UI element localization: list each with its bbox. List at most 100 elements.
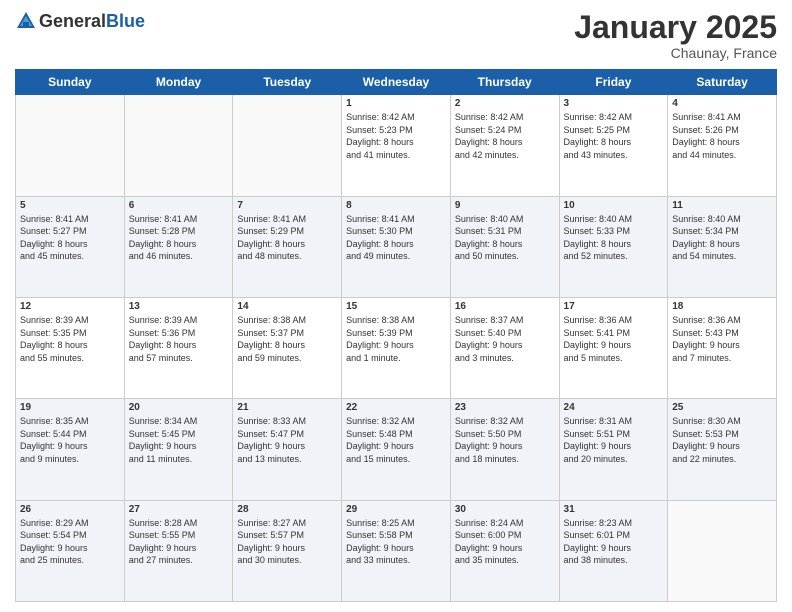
header-sunday: Sunday xyxy=(16,70,125,95)
logo: General Blue xyxy=(15,10,145,32)
calendar-day-cell: 30Sunrise: 8:24 AMSunset: 6:00 PMDayligh… xyxy=(450,500,559,601)
day-number: 7 xyxy=(237,200,337,211)
calendar-day-cell: 14 Sunrise: 8:38 AMSunset: 5:37 PMDayligh… xyxy=(233,297,342,398)
calendar-day-cell: 20 Sunrise: 8:34 AMSunset: 5:45 PMDayligh… xyxy=(124,399,233,500)
calendar-day-cell: 12Sunrise: 8:39 AMSunset: 5:35 PMDayligh… xyxy=(16,297,125,398)
day-info: Sunrise: 8:35 AMSunset: 5:44 PMDaylight:… xyxy=(20,415,120,465)
calendar-week-row: 19Sunrise: 8:35 AMSunset: 5:44 PMDayligh… xyxy=(16,399,777,500)
calendar-table: Sunday Monday Tuesday Wednesday Thursday… xyxy=(15,69,777,602)
day-number: 21 xyxy=(237,402,337,413)
calendar-day-cell: 2Sunrise: 8:42 AMSunset: 5:24 PMDaylight… xyxy=(450,95,559,196)
calendar-day-cell xyxy=(124,95,233,196)
day-number: 16 xyxy=(455,301,555,312)
day-number: 3 xyxy=(564,98,664,109)
calendar-day-cell: 15 Sunrise: 8:38 AMSunset: 5:39 PMDayligh… xyxy=(342,297,451,398)
day-info: Sunrise: 8:36 AMSunset: 5:43 PMDaylight:… xyxy=(672,314,772,364)
calendar-day-cell: 24 Sunrise: 8:31 AMSunset: 5:51 PMDayligh… xyxy=(559,399,668,500)
day-number: 13 xyxy=(129,301,229,312)
day-info: Sunrise: 8:38 AMSunset: 5:39 PMDaylight:… xyxy=(346,314,446,364)
day-info: Sunrise: 8:41 AMSunset: 5:28 PMDaylight:… xyxy=(129,213,229,263)
day-info: Sunrise: 8:31 AMSunset: 5:51 PMDaylight:… xyxy=(564,415,664,465)
calendar-day-cell: 18 Sunrise: 8:36 AMSunset: 5:43 PMDayligh… xyxy=(668,297,777,398)
calendar-day-cell: 29 Sunrise: 8:25 AMSunset: 5:58 PMDayligh… xyxy=(342,500,451,601)
day-number: 28 xyxy=(237,504,337,515)
day-number: 11 xyxy=(672,200,772,211)
calendar-day-cell: 16 Sunrise: 8:37 AMSunset: 5:40 PMDayligh… xyxy=(450,297,559,398)
day-number: 25 xyxy=(672,402,772,413)
page: General Blue January 2025 Chaunay, Franc… xyxy=(0,0,792,612)
calendar-header-row: Sunday Monday Tuesday Wednesday Thursday… xyxy=(16,70,777,95)
day-info: Sunrise: 8:30 AMSunset: 5:53 PMDaylight:… xyxy=(672,415,772,465)
day-info: Sunrise: 8:41 AMSunset: 5:27 PMDaylight:… xyxy=(20,213,120,263)
calendar-day-cell: 19Sunrise: 8:35 AMSunset: 5:44 PMDayligh… xyxy=(16,399,125,500)
calendar-day-cell: 28 Sunrise: 8:27 AMSunset: 5:57 PMDayligh… xyxy=(233,500,342,601)
day-number: 27 xyxy=(129,504,229,515)
calendar-day-cell xyxy=(233,95,342,196)
day-info: Sunrise: 8:40 AMSunset: 5:31 PMDaylight:… xyxy=(455,213,555,263)
calendar-day-cell xyxy=(16,95,125,196)
day-info: Sunrise: 8:38 AMSunset: 5:37 PMDaylight:… xyxy=(237,314,337,364)
header-monday: Monday xyxy=(124,70,233,95)
day-number: 20 xyxy=(129,402,229,413)
day-number: 2 xyxy=(455,98,555,109)
day-number: 30 xyxy=(455,504,555,515)
day-number: 17 xyxy=(564,301,664,312)
day-info: Sunrise: 8:39 AMSunset: 5:36 PMDaylight:… xyxy=(129,314,229,364)
header-wednesday: Wednesday xyxy=(342,70,451,95)
day-info: Sunrise: 8:37 AMSunset: 5:40 PMDaylight:… xyxy=(455,314,555,364)
location: Chaunay, France xyxy=(574,45,777,61)
calendar-day-cell: 7 Sunrise: 8:41 AMSunset: 5:29 PMDaylight… xyxy=(233,196,342,297)
calendar-day-cell: 21 Sunrise: 8:33 AMSunset: 5:47 PMDayligh… xyxy=(233,399,342,500)
day-info: Sunrise: 8:39 AMSunset: 5:35 PMDaylight:… xyxy=(20,314,120,364)
day-number: 24 xyxy=(564,402,664,413)
calendar-day-cell: 6Sunrise: 8:41 AMSunset: 5:28 PMDaylight… xyxy=(124,196,233,297)
day-info: Sunrise: 8:42 AMSunset: 5:23 PMDaylight:… xyxy=(346,111,446,161)
day-number: 10 xyxy=(564,200,664,211)
calendar-week-row: 12Sunrise: 8:39 AMSunset: 5:35 PMDayligh… xyxy=(16,297,777,398)
day-info: Sunrise: 8:36 AMSunset: 5:41 PMDaylight:… xyxy=(564,314,664,364)
day-info: Sunrise: 8:41 AMSunset: 5:26 PMDaylight:… xyxy=(672,111,772,161)
calendar-day-cell: 27 Sunrise: 8:28 AMSunset: 5:55 PMDayligh… xyxy=(124,500,233,601)
header-thursday: Thursday xyxy=(450,70,559,95)
logo-general-text: General xyxy=(39,11,106,32)
calendar-day-cell: 9Sunrise: 8:40 AMSunset: 5:31 PMDaylight… xyxy=(450,196,559,297)
day-number: 5 xyxy=(20,200,120,211)
header: General Blue January 2025 Chaunay, Franc… xyxy=(15,10,777,61)
day-number: 4 xyxy=(672,98,772,109)
month-title: January 2025 xyxy=(574,10,777,45)
day-info: Sunrise: 8:41 AMSunset: 5:29 PMDaylight:… xyxy=(237,213,337,263)
header-friday: Friday xyxy=(559,70,668,95)
day-info: Sunrise: 8:27 AMSunset: 5:57 PMDaylight:… xyxy=(237,517,337,567)
day-info: Sunrise: 8:29 AMSunset: 5:54 PMDaylight:… xyxy=(20,517,120,567)
calendar-day-cell: 10 Sunrise: 8:40 AMSunset: 5:33 PMDayligh… xyxy=(559,196,668,297)
day-number: 22 xyxy=(346,402,446,413)
day-number: 1 xyxy=(346,98,446,109)
day-number: 23 xyxy=(455,402,555,413)
day-info: Sunrise: 8:28 AMSunset: 5:55 PMDaylight:… xyxy=(129,517,229,567)
calendar-day-cell: 22Sunrise: 8:32 AMSunset: 5:48 PMDayligh… xyxy=(342,399,451,500)
logo-icon xyxy=(15,10,37,32)
logo-blue-text: Blue xyxy=(106,11,145,32)
header-tuesday: Tuesday xyxy=(233,70,342,95)
calendar-day-cell: 31Sunrise: 8:23 AMSunset: 6:01 PMDayligh… xyxy=(559,500,668,601)
calendar-day-cell: 25 Sunrise: 8:30 AMSunset: 5:53 PMDayligh… xyxy=(668,399,777,500)
calendar-week-row: 1 Sunrise: 8:42 AMSunset: 5:23 PMDaylight… xyxy=(16,95,777,196)
day-number: 18 xyxy=(672,301,772,312)
day-info: Sunrise: 8:32 AMSunset: 5:50 PMDaylight:… xyxy=(455,415,555,465)
day-number: 14 xyxy=(237,301,337,312)
day-number: 31 xyxy=(564,504,664,515)
day-info: Sunrise: 8:42 AMSunset: 5:25 PMDaylight:… xyxy=(564,111,664,161)
day-info: Sunrise: 8:33 AMSunset: 5:47 PMDaylight:… xyxy=(237,415,337,465)
day-info: Sunrise: 8:40 AMSunset: 5:34 PMDaylight:… xyxy=(672,213,772,263)
day-number: 15 xyxy=(346,301,446,312)
calendar-week-row: 26Sunrise: 8:29 AMSunset: 5:54 PMDayligh… xyxy=(16,500,777,601)
day-info: Sunrise: 8:40 AMSunset: 5:33 PMDaylight:… xyxy=(564,213,664,263)
day-info: Sunrise: 8:34 AMSunset: 5:45 PMDaylight:… xyxy=(129,415,229,465)
header-saturday: Saturday xyxy=(668,70,777,95)
calendar-day-cell: 17 Sunrise: 8:36 AMSunset: 5:41 PMDayligh… xyxy=(559,297,668,398)
title-area: January 2025 Chaunay, France xyxy=(574,10,777,61)
calendar-day-cell: 13 Sunrise: 8:39 AMSunset: 5:36 PMDayligh… xyxy=(124,297,233,398)
calendar-day-cell: 23 Sunrise: 8:32 AMSunset: 5:50 PMDayligh… xyxy=(450,399,559,500)
day-info: Sunrise: 8:25 AMSunset: 5:58 PMDaylight:… xyxy=(346,517,446,567)
day-number: 29 xyxy=(346,504,446,515)
